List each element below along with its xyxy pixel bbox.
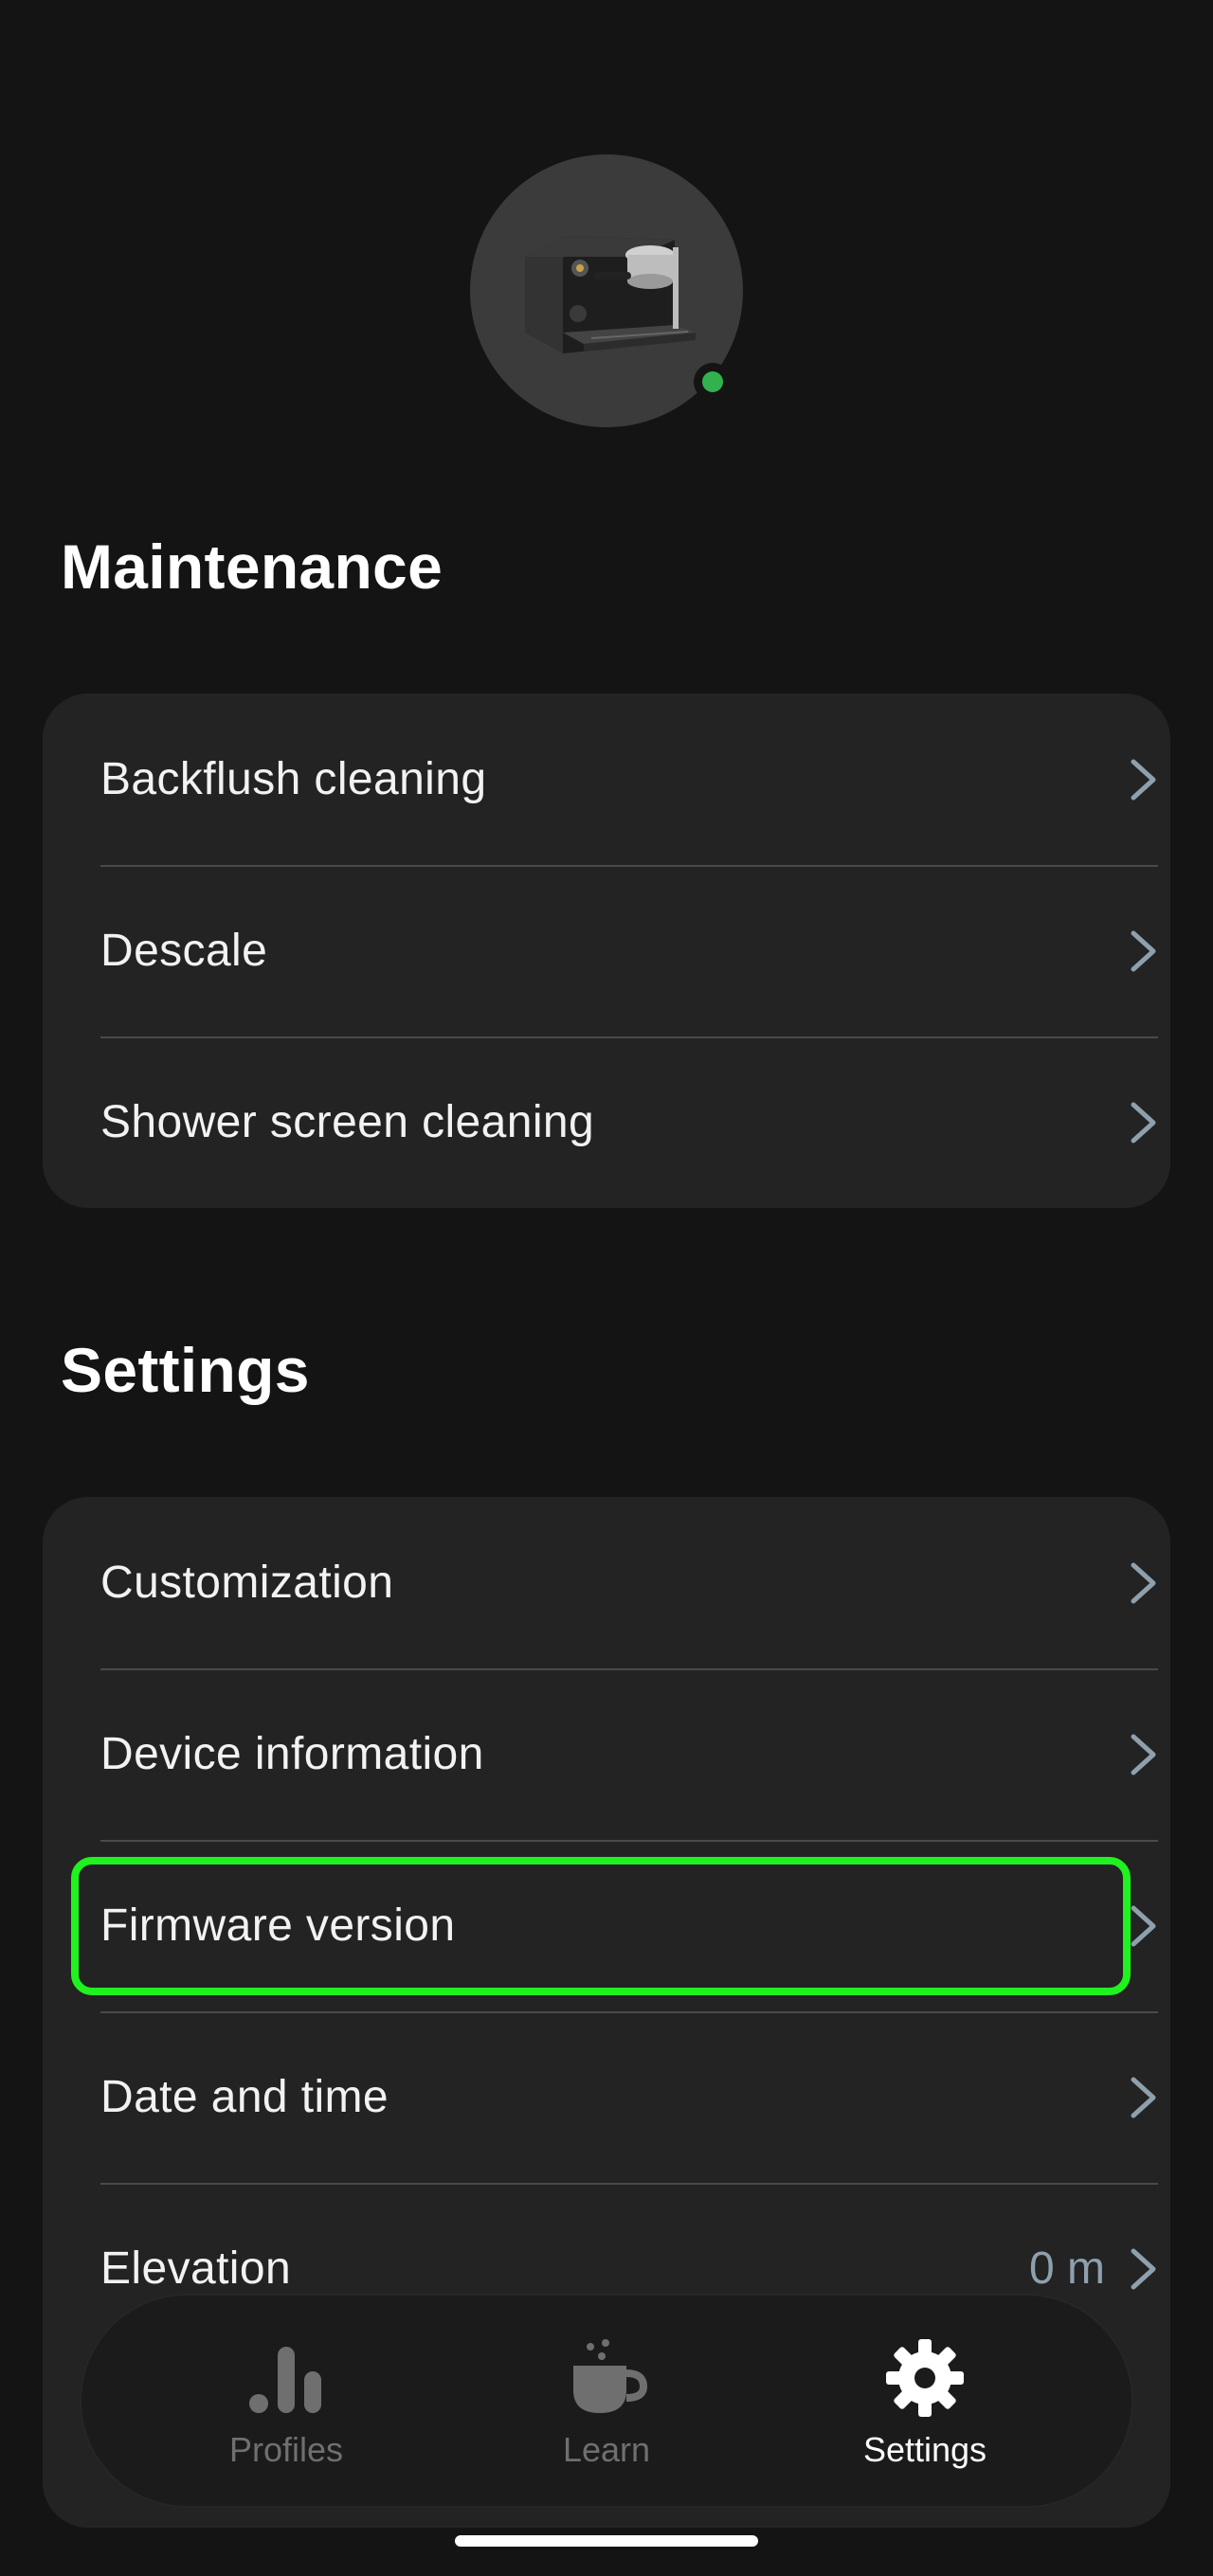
- nav-profiles[interactable]: Profiles: [144, 2296, 428, 2506]
- chevron-right-icon: [1131, 2248, 1156, 2289]
- chevron-right-icon: [1131, 930, 1156, 971]
- coffee-cup-icon: [573, 2339, 648, 2413]
- chevron-right-icon: [1131, 1905, 1156, 1946]
- row-label: Date and time: [100, 2072, 389, 2122]
- row-label: Descale: [100, 926, 268, 976]
- device-information-row[interactable]: Device information: [100, 1668, 1158, 1840]
- descale-row[interactable]: Descale: [100, 865, 1158, 1036]
- maintenance-card: Backflush cleaning Descale Shower screen…: [43, 694, 1170, 1208]
- row-label: Device information: [100, 1729, 484, 1779]
- home-indicator[interactable]: [455, 2535, 758, 2547]
- espresso-machine-icon: [525, 236, 696, 353]
- date-and-time-row[interactable]: Date and time: [100, 2011, 1158, 2183]
- elevation-value: 0 m: [1028, 2243, 1105, 2294]
- customization-row[interactable]: Customization: [100, 1497, 1158, 1668]
- nav-settings[interactable]: Settings: [783, 2296, 1067, 2506]
- row-label: Customization: [100, 1558, 394, 1608]
- bottom-navigation-bar: Profiles Learn Settings: [81, 2296, 1132, 2506]
- row-label: Shower screen cleaning: [100, 1097, 595, 1147]
- chevron-right-icon: [1131, 759, 1156, 800]
- maintenance-heading: Maintenance: [61, 531, 444, 602]
- connection-status-dot: [694, 363, 732, 401]
- row-label: Firmware version: [100, 1900, 456, 1951]
- chevron-right-icon: [1131, 1562, 1156, 1603]
- nav-label: Profiles: [228, 2430, 344, 2469]
- backflush-cleaning-row[interactable]: Backflush cleaning: [100, 694, 1158, 865]
- row-label: Backflush cleaning: [100, 754, 487, 804]
- bar-chart-icon: [249, 2347, 321, 2413]
- chevron-right-icon: [1131, 1102, 1156, 1143]
- shower-screen-cleaning-row[interactable]: Shower screen cleaning: [100, 1036, 1158, 1208]
- gear-icon: [886, 2339, 964, 2417]
- nav-learn[interactable]: Learn: [464, 2296, 749, 2506]
- nav-label: Settings: [862, 2430, 987, 2469]
- firmware-version-row[interactable]: Firmware version: [100, 1840, 1158, 2011]
- device-avatar[interactable]: [470, 154, 743, 427]
- settings-heading: Settings: [61, 1335, 310, 1405]
- chevron-right-icon: [1131, 1734, 1156, 1774]
- row-label: Elevation: [100, 2243, 292, 2294]
- nav-label: Learn: [562, 2430, 651, 2469]
- chevron-right-icon: [1131, 2077, 1156, 2117]
